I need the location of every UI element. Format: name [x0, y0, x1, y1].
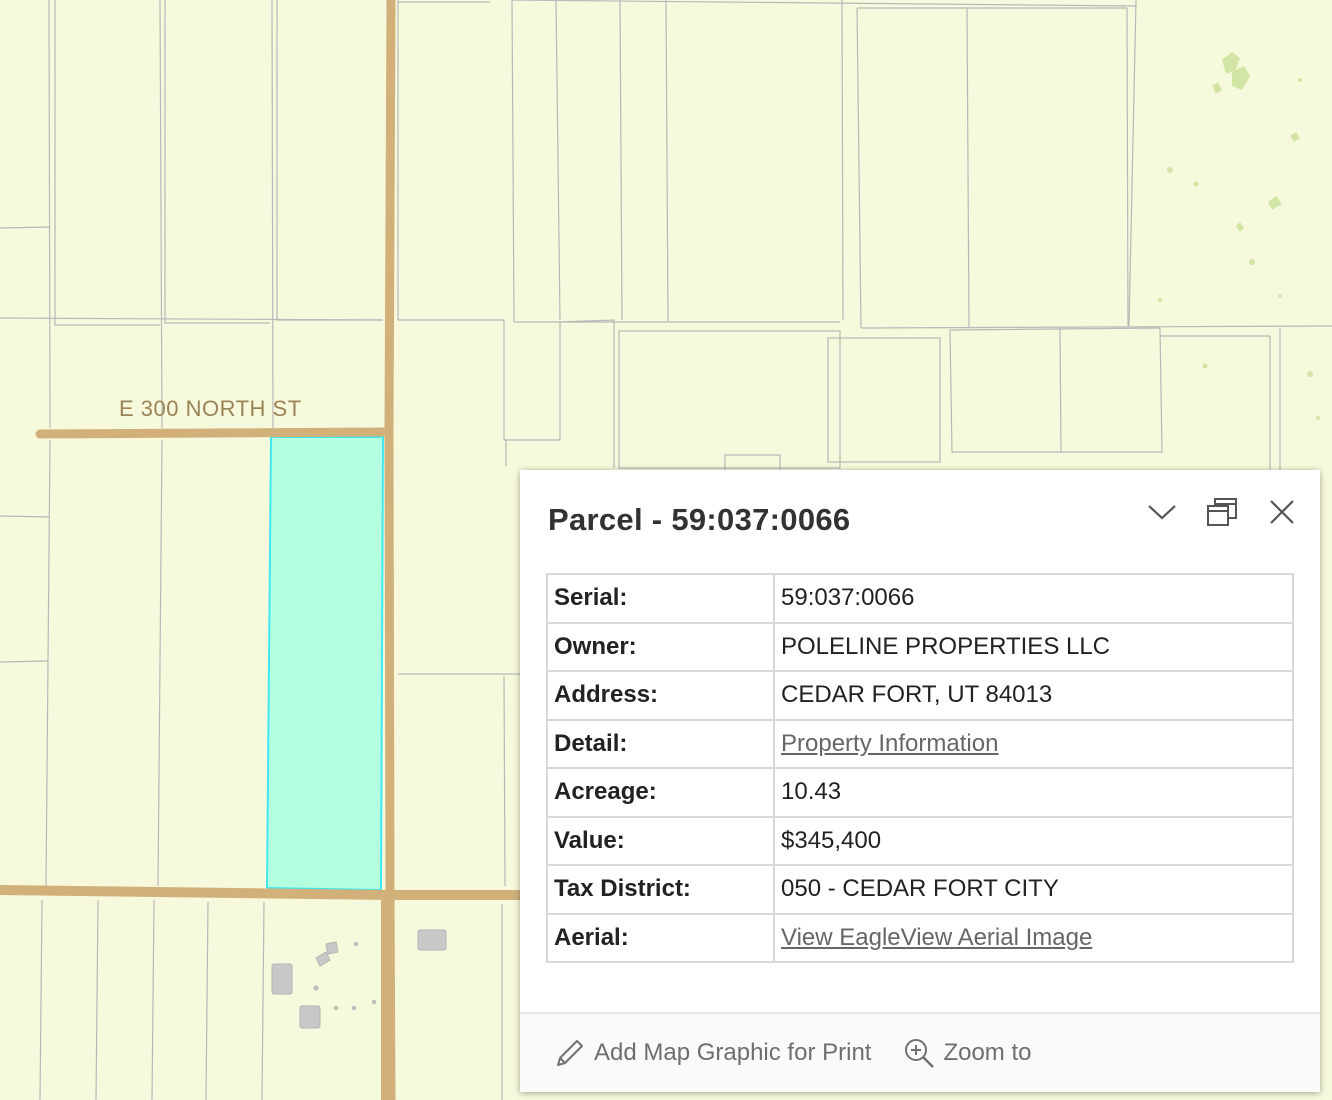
selected-parcel[interactable] [265, 436, 385, 892]
attribute-table: Serial: 59:037:0066 Owner: POLELINE PROP… [546, 573, 1294, 963]
add-map-graphic-button[interactable]: Add Map Graphic for Print [554, 1037, 871, 1069]
row-value-cell: View EagleView Aerial Image [773, 912, 1294, 963]
table-row: Value: $345,400 [546, 815, 1294, 866]
popup-toolbar [1122, 492, 1302, 532]
table-row: Address: CEDAR FORT, UT 84013 [546, 670, 1294, 721]
popup-title: Parcel - 59:037:0066 [548, 502, 851, 537]
row-key: Owner: [546, 621, 775, 672]
row-key: Acreage: [546, 767, 775, 818]
row-value: CEDAR FORT, UT 84013 [773, 670, 1294, 721]
row-value: POLELINE PROPERTIES LLC [773, 621, 1294, 672]
row-value: 10.43 [773, 767, 1294, 818]
zoom-in-icon [905, 1039, 935, 1068]
row-key: Value: [546, 815, 775, 866]
table-row: Owner: POLELINE PROPERTIES LLC [546, 621, 1294, 672]
popup-footer: Add Map Graphic for Print Zoom to [520, 1012, 1320, 1092]
pencil-icon [557, 1040, 583, 1066]
table-row: Aerial: View EagleView Aerial Image [546, 912, 1294, 963]
close-button[interactable] [1262, 492, 1302, 532]
row-value: 59:037:0066 [773, 573, 1294, 624]
dock-button[interactable] [1202, 492, 1242, 532]
table-row: Serial: 59:037:0066 [546, 573, 1294, 624]
eagleview-aerial-link[interactable]: View EagleView Aerial Image [781, 924, 1092, 951]
property-information-link[interactable]: Property Information [781, 730, 998, 757]
dock-icon [1207, 498, 1237, 526]
row-key: Serial: [546, 573, 775, 624]
row-value-cell: Property Information [773, 718, 1294, 769]
table-row: Detail: Property Information [546, 718, 1294, 769]
row-key: Detail: [546, 718, 775, 769]
parcel-popup: Parcel - 59:037:0066 Serial: 59:037:0066… [520, 470, 1320, 1092]
zoom-to-button[interactable]: Zoom to [903, 1037, 1031, 1069]
row-value: $345,400 [773, 815, 1294, 866]
table-row: Tax District: 050 - CEDAR FORT CITY [546, 864, 1294, 915]
close-icon [1270, 500, 1294, 524]
collapse-button[interactable] [1142, 492, 1182, 532]
zoom-to-label: Zoom to [943, 1039, 1032, 1066]
row-key: Aerial: [546, 912, 775, 963]
street-label: E 300 NORTH ST [119, 396, 302, 421]
chevron-down-icon [1148, 505, 1176, 520]
add-map-graphic-label: Add Map Graphic for Print [594, 1039, 872, 1066]
row-key: Tax District: [546, 864, 775, 915]
row-key: Address: [546, 670, 775, 721]
row-value: 050 - CEDAR FORT CITY [773, 864, 1294, 915]
table-row: Acreage: 10.43 [546, 767, 1294, 818]
